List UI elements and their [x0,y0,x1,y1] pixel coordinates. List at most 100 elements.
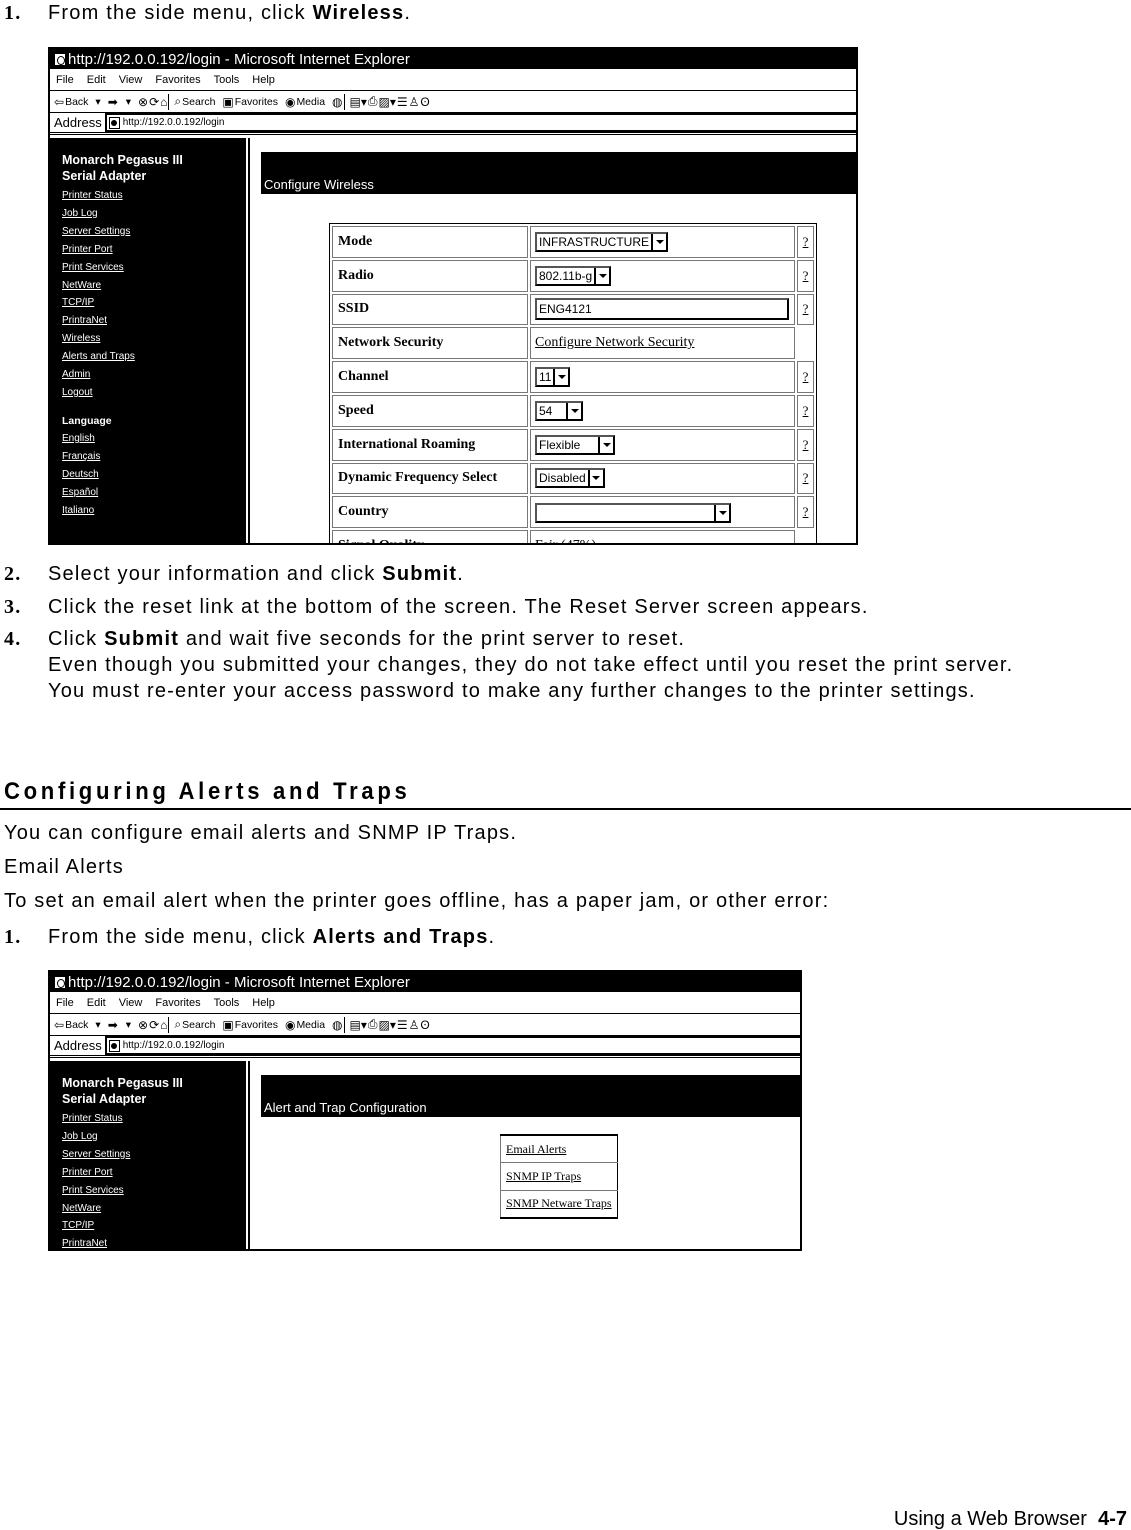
help-icon[interactable]: ? [797,428,814,461]
forward-button[interactable]: ➡ [108,95,119,109]
help-icon[interactable]: ? [797,394,814,427]
chevron-down-icon[interactable] [553,369,568,386]
history-icon[interactable]: ◍ [332,95,342,109]
mode-select[interactable]: INFRASTRUCTURE [535,231,668,252]
radio-select[interactable]: 802.11b-g [535,265,612,286]
dynamic-frequency-select-select[interactable]: Disabled [535,468,605,489]
stop-icon[interactable]: ⊗ [138,1018,148,1032]
mail-icon[interactable]: ▤▾ [350,95,367,109]
messenger-icon[interactable]: ♙ [409,1018,420,1032]
search-button[interactable]: ⌕ Search [174,1017,215,1032]
sidebar-item-server-settings[interactable]: Server Settings [62,223,243,241]
menu-file[interactable]: File [56,74,74,86]
refresh-icon[interactable]: ⟳ [149,95,159,109]
sidebar-item-printranet[interactable]: PrintraNet [62,1235,243,1249]
language-italiano[interactable]: Italiano [62,502,243,520]
language-deutsch[interactable]: Deutsch [62,466,243,484]
messenger-icon[interactable]: ♙ [409,95,420,109]
address-input[interactable]: http://192.0.0.192/login [104,1036,800,1055]
sidebar-item-tcpip[interactable]: TCP/IP [62,294,243,312]
help-icon[interactable]: ? [797,496,814,529]
sidebar-item-printer-status[interactable]: Printer Status [62,187,243,205]
chevron-down-icon[interactable] [651,233,666,250]
sidebar-item-netware[interactable]: NetWare [62,277,243,295]
discuss-icon[interactable]: ☰ [397,95,408,109]
back-button[interactable]: ⇦ Back [54,1018,88,1032]
menu-help[interactable]: Help [252,997,275,1009]
chevron-down-icon[interactable] [566,402,581,419]
chevron-down-icon[interactable] [594,267,609,284]
chevron-down-icon[interactable] [714,504,729,521]
menu-favorites[interactable]: Favorites [155,997,200,1009]
sidebar-item-job-log[interactable]: Job Log [62,205,243,223]
forward-dropdown-icon[interactable]: ▾ [126,96,131,108]
menu-edit[interactable]: Edit [87,74,106,86]
print-icon[interactable]: ⎙ [368,94,378,109]
bluetooth-icon[interactable]: ʘ [420,1018,429,1032]
sidebar-item-alerts-and-traps[interactable]: Alerts and Traps [62,348,243,366]
media-button[interactable]: ◉ Media [285,95,325,109]
stop-icon[interactable]: ⊗ [138,95,148,109]
sidebar-item-logout[interactable]: Logout [62,384,243,402]
chevron-down-icon[interactable] [587,470,603,487]
search-button[interactable]: ⌕ Search [174,94,215,109]
sidebar-item-netware[interactable]: NetWare [62,1200,243,1218]
sidebar-item-tcpip[interactable]: TCP/IP [62,1217,243,1235]
help-icon[interactable]: ? [797,226,814,258]
refresh-icon[interactable]: ⟳ [149,1018,159,1032]
back-dropdown-icon[interactable]: ▾ [95,1019,100,1031]
international-roaming-select[interactable]: Flexible [535,434,616,455]
language-espanol[interactable]: Español [62,484,243,502]
speed-select[interactable]: 54 [535,400,584,421]
address-input[interactable]: http://192.0.0.192/login [104,113,856,132]
sidebar-item-printer-status[interactable]: Printer Status [62,1110,243,1128]
help-icon[interactable]: ? [797,462,814,495]
bluetooth-icon[interactable]: ʘ [420,95,429,109]
menu-file[interactable]: File [56,997,74,1009]
menu-favorites[interactable]: Favorites [155,74,200,86]
ssid-input[interactable]: ENG4121 [535,298,789,321]
home-icon[interactable]: ⌂ [160,1018,167,1032]
edit-icon[interactable]: ▨▾ [379,95,396,109]
sidebar-item-job-log[interactable]: Job Log [62,1128,243,1146]
chevron-down-icon[interactable] [598,436,613,453]
discuss-icon[interactable]: ☰ [397,1018,408,1032]
help-icon[interactable]: ? [797,259,814,292]
menu-tools[interactable]: Tools [214,74,240,86]
channel-select[interactable]: 11 [535,367,571,388]
forward-button[interactable]: ➡ [108,1018,119,1032]
snmp-netware-traps-link[interactable]: SNMP Netware Traps [506,1196,612,1210]
sidebar-item-printranet[interactable]: PrintraNet [62,312,243,330]
history-icon[interactable]: ◍ [332,1018,342,1032]
sidebar-item-admin[interactable]: Admin [62,366,243,384]
help-icon[interactable]: ? [797,361,814,393]
print-icon[interactable]: ⎙ [368,1017,378,1032]
menu-view[interactable]: View [119,74,143,86]
sidebar-item-server-settings[interactable]: Server Settings [62,1146,243,1164]
sidebar-item-print-services[interactable]: Print Services [62,259,243,277]
sidebar-item-printer-port[interactable]: Printer Port [62,1164,243,1182]
sidebar-item-printer-port[interactable]: Printer Port [62,241,243,259]
language-english[interactable]: English [62,430,243,448]
forward-dropdown-icon[interactable]: ▾ [126,1019,131,1031]
back-button[interactable]: ⇦ Back [54,95,88,109]
menu-edit[interactable]: Edit [87,997,106,1009]
menu-view[interactable]: View [119,997,143,1009]
mail-icon[interactable]: ▤▾ [350,1018,367,1032]
favorites-button[interactable]: ▣ Favorites [222,95,278,109]
network-security-link[interactable]: Configure Network Security [535,335,694,350]
country-select[interactable] [535,502,731,523]
favorites-button[interactable]: ▣ Favorites [222,1018,278,1032]
home-icon[interactable]: ⌂ [160,95,167,109]
snmp-ip-traps-link[interactable]: SNMP IP Traps [506,1169,581,1183]
language-francais[interactable]: Français [62,448,243,466]
edit-icon[interactable]: ▨▾ [379,1018,396,1032]
email-alerts-link[interactable]: Email Alerts [506,1142,566,1156]
back-dropdown-icon[interactable]: ▾ [95,96,100,108]
help-icon[interactable]: ? [797,293,814,326]
media-button[interactable]: ◉ Media [285,1018,325,1032]
menu-help[interactable]: Help [252,74,275,86]
sidebar-item-wireless[interactable]: Wireless [62,330,243,348]
menu-tools[interactable]: Tools [214,997,240,1009]
sidebar-item-print-services[interactable]: Print Services [62,1182,243,1200]
